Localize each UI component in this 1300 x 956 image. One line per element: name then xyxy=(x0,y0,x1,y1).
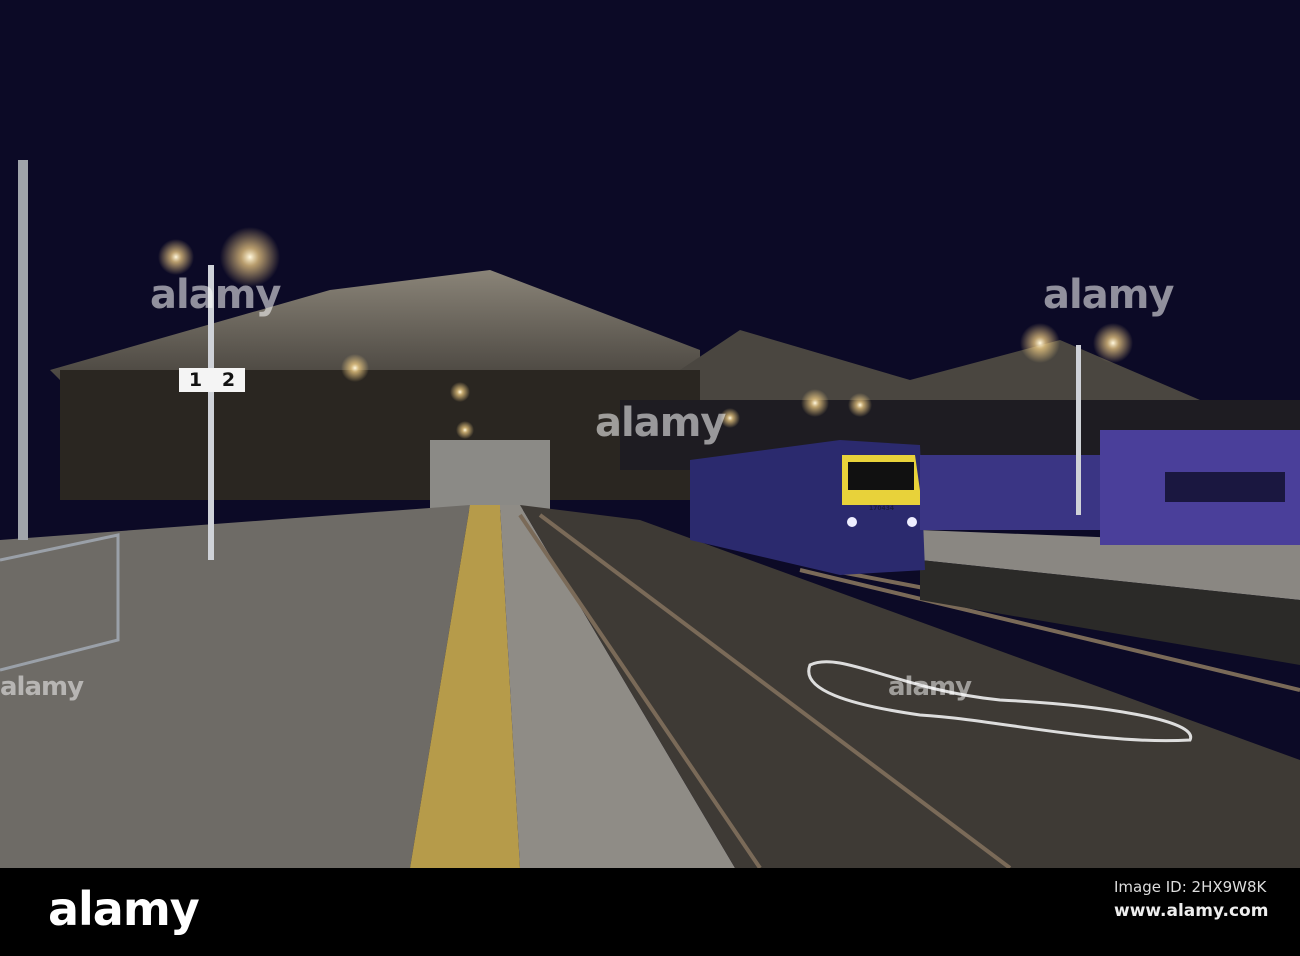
platform-number-sign: 1 2 xyxy=(179,368,245,392)
train-number: 170434 xyxy=(869,505,895,512)
site-url[interactable]: www.alamy.com xyxy=(1114,901,1268,921)
watermark: alamy xyxy=(595,400,726,446)
train-middle xyxy=(920,455,1100,530)
watermark: alamy xyxy=(0,672,84,702)
alamy-logo: alamy xyxy=(48,882,200,936)
platform-number-1: 1 xyxy=(188,369,203,391)
platform-number-2: 2 xyxy=(221,369,236,391)
watermark: alamy xyxy=(888,672,972,702)
station-night-photo: 1 2 170434 alamy alamy alamy alamy alamy xyxy=(0,0,1300,870)
watermark: alamy xyxy=(150,272,281,318)
watermark: alamy xyxy=(1043,272,1174,318)
lamp-post xyxy=(1076,345,1081,515)
footer-bar: alamy Image ID: 2HX9W8K www.alamy.com xyxy=(0,868,1300,956)
cctv-pole xyxy=(18,160,28,540)
image-id: Image ID: 2HX9W8K xyxy=(1114,878,1267,896)
